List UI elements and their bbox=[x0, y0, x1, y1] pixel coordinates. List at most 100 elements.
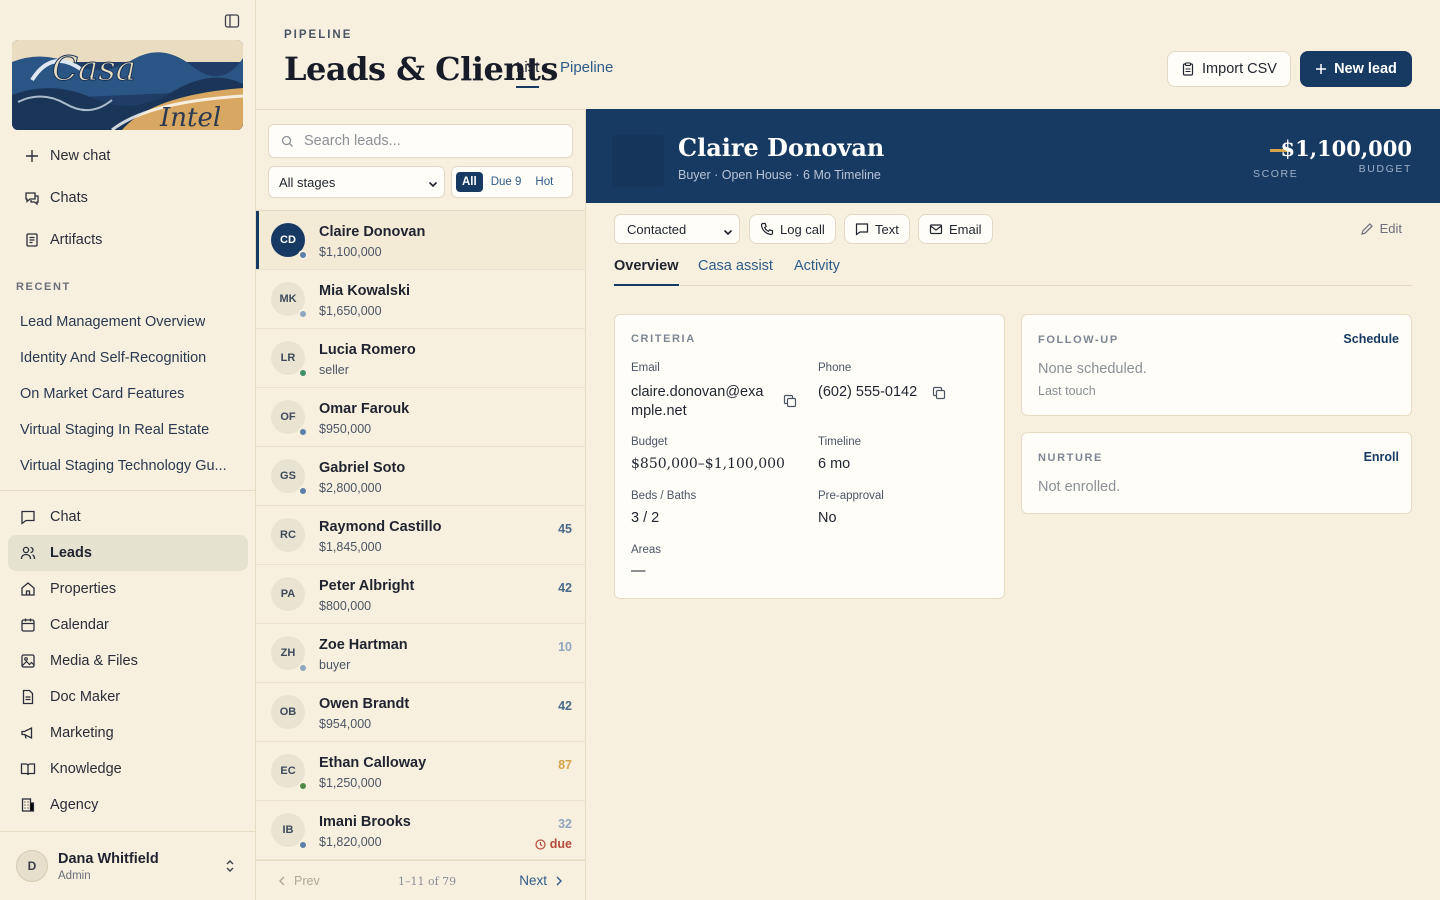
nav-media-files[interactable]: Media & Files bbox=[0, 643, 256, 679]
email-button[interactable]: Email bbox=[918, 214, 993, 244]
lead-row[interactable]: OB Owen Brandt $954,000 42 bbox=[256, 683, 585, 742]
nav-agency[interactable]: Agency bbox=[0, 787, 256, 823]
mail-icon bbox=[929, 224, 943, 235]
lead-row[interactable]: PA Peter Albright $800,000 42 bbox=[256, 565, 585, 624]
book-icon bbox=[20, 761, 36, 777]
status-select[interactable]: Contacted bbox=[614, 214, 740, 244]
lead-list: CD Claire Donovan $1,100,000 MK Mia Kowalski… bbox=[256, 211, 585, 860]
chats-link[interactable]: Chats bbox=[0, 177, 256, 219]
prev-page-button[interactable]: Prev bbox=[278, 874, 320, 888]
chevron-down-icon bbox=[428, 177, 438, 192]
schedule-button[interactable]: Schedule bbox=[1343, 332, 1399, 346]
users-icon bbox=[20, 545, 36, 561]
lead-meta: Buyer · Open House · 6 Mo Timeline bbox=[678, 168, 881, 182]
enroll-button[interactable]: Enroll bbox=[1364, 450, 1399, 464]
lead-photo bbox=[612, 135, 664, 187]
lead-name: Zoe Hartman bbox=[319, 637, 408, 653]
chevron-up-down-icon bbox=[224, 858, 236, 874]
detail-tabs: Overview Casa assist Activity bbox=[614, 255, 1412, 286]
sidebar-divider bbox=[0, 490, 256, 491]
edit-label: Edit bbox=[1379, 221, 1402, 236]
tab-pipeline[interactable]: Pipeline bbox=[560, 59, 613, 76]
lead-score: 42 bbox=[558, 581, 572, 595]
tab-casa-assist[interactable]: Casa assist bbox=[698, 258, 773, 274]
lead-row[interactable]: CD Claire Donovan $1,100,000 bbox=[256, 211, 585, 270]
import-csv-label: Import CSV bbox=[1202, 61, 1277, 77]
recent-chat-item[interactable]: Virtual Staging In Real Estate bbox=[0, 412, 256, 448]
lead-budget: seller bbox=[319, 363, 349, 377]
tab-list[interactable]: List bbox=[516, 59, 540, 88]
lead-row[interactable]: IB Imani Brooks $1,820,000 32 due bbox=[256, 801, 585, 860]
nav-doc-maker[interactable]: Doc Maker bbox=[0, 679, 256, 715]
filter-due[interactable]: Due 9 bbox=[485, 172, 528, 192]
lead-name: Mia Kowalski bbox=[319, 283, 411, 299]
lead-status-dot bbox=[298, 250, 308, 260]
page-eyebrow: PIPELINE bbox=[284, 29, 353, 41]
score-label: SCORE bbox=[1253, 168, 1299, 180]
lead-row[interactable]: EC Ethan Calloway $1,250,000 87 bbox=[256, 742, 585, 801]
recent-chat-item[interactable]: On Market Card Features bbox=[0, 376, 256, 412]
nav-chat[interactable]: Chat bbox=[0, 499, 256, 535]
areas-value: — bbox=[631, 563, 646, 579]
new-chat-button[interactable]: New chat bbox=[0, 135, 256, 177]
recent-chat-item[interactable]: Virtual Staging Technology Gu... bbox=[0, 448, 256, 484]
phone-icon bbox=[760, 222, 774, 236]
copy-email-icon[interactable] bbox=[783, 394, 797, 408]
lead-budget: $1,845,000 bbox=[319, 540, 382, 554]
search-input[interactable] bbox=[304, 133, 564, 149]
next-page-button[interactable]: Next bbox=[519, 873, 563, 888]
recent-chat-item[interactable]: Lead Management Overview bbox=[0, 304, 256, 340]
artifacts-link[interactable]: Artifacts bbox=[0, 219, 256, 261]
status-value: Contacted bbox=[627, 221, 687, 237]
user-role: Admin bbox=[58, 869, 91, 882]
chevron-down-icon bbox=[723, 225, 733, 240]
lead-name: Owen Brandt bbox=[319, 696, 410, 712]
timeline-value: 6 mo bbox=[818, 456, 851, 472]
phone-value: (602) 555-0142 bbox=[818, 384, 918, 400]
sidebar-main-nav: Chat Leads Properties Calendar Media & F… bbox=[0, 499, 256, 823]
lead-score: 87 bbox=[558, 758, 572, 772]
copy-phone-icon[interactable] bbox=[932, 386, 946, 400]
plus-icon bbox=[24, 148, 40, 164]
text-button[interactable]: Text bbox=[844, 214, 910, 244]
filter-all[interactable]: All bbox=[456, 172, 483, 192]
page-count: 1–11 of 79 bbox=[398, 875, 457, 888]
import-csv-button[interactable]: Import CSV bbox=[1167, 51, 1291, 87]
due-badge: due bbox=[535, 837, 572, 851]
nav-label: Agency bbox=[50, 797, 99, 813]
lead-row[interactable]: MK Mia Kowalski $1,650,000 bbox=[256, 270, 585, 329]
lead-name: Ethan Calloway bbox=[319, 755, 427, 771]
lead-budget: $1,250,000 bbox=[319, 776, 382, 790]
lead-budget: $800,000 bbox=[319, 599, 372, 613]
sidebar-toggle-icon[interactable] bbox=[224, 13, 242, 31]
lead-status-dot bbox=[298, 427, 308, 437]
search-box[interactable] bbox=[268, 124, 573, 158]
edit-button[interactable]: Edit bbox=[1360, 221, 1402, 236]
email-value-line: claire.donovan@exa bbox=[631, 384, 764, 400]
user-menu[interactable]: D Dana Whitfield Admin bbox=[0, 832, 256, 900]
nav-knowledge[interactable]: Knowledge bbox=[0, 751, 256, 787]
budget-value: $1,100,000 bbox=[1280, 136, 1412, 161]
tab-overview[interactable]: Overview bbox=[614, 258, 679, 286]
clipboard-icon bbox=[1181, 62, 1195, 76]
nav-marketing[interactable]: Marketing bbox=[0, 715, 256, 751]
lead-row[interactable]: ZH Zoe Hartman buyer 10 bbox=[256, 624, 585, 683]
nav-calendar[interactable]: Calendar bbox=[0, 607, 256, 643]
nav-label: Doc Maker bbox=[50, 689, 121, 705]
filter-hot[interactable]: Hot bbox=[529, 172, 559, 192]
new-lead-button[interactable]: New lead bbox=[1300, 51, 1412, 87]
tab-activity[interactable]: Activity bbox=[794, 258, 840, 274]
log-call-button[interactable]: Log call bbox=[749, 214, 836, 244]
stage-filter-select[interactable]: All stages bbox=[268, 166, 445, 198]
lead-status-dot bbox=[298, 663, 308, 673]
nav-properties[interactable]: Properties bbox=[0, 571, 256, 607]
lead-row[interactable]: LR Lucia Romero seller bbox=[256, 329, 585, 388]
recent-chat-item[interactable]: Identity And Self-Recognition bbox=[0, 340, 256, 376]
lead-row[interactable]: RC Raymond Castillo $1,845,000 45 bbox=[256, 506, 585, 565]
nav-leads[interactable]: Leads bbox=[8, 535, 248, 571]
next-label: Next bbox=[519, 873, 547, 888]
lead-row[interactable]: GS Gabriel Soto $2,800,000 bbox=[256, 447, 585, 506]
lead-status-dot bbox=[298, 781, 308, 791]
lead-row[interactable]: OF Omar Farouk $950,000 bbox=[256, 388, 585, 447]
chat-icon bbox=[20, 509, 36, 525]
